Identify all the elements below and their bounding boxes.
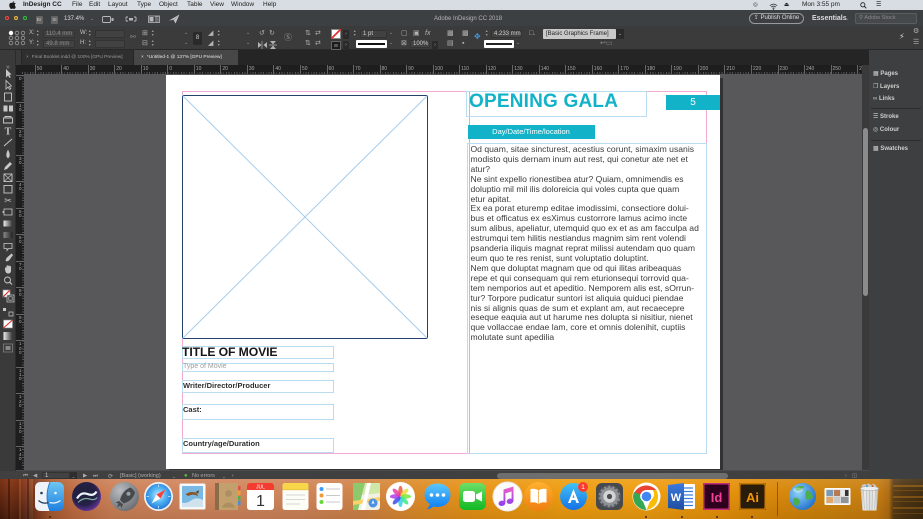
svg-text:W: W [671, 492, 682, 504]
svg-text:Id: Id [711, 490, 723, 505]
svg-text:1: 1 [581, 484, 585, 491]
svg-text:JUL: JUL [256, 485, 265, 491]
svg-text:T: T [5, 127, 12, 138]
svg-text:Ai: Ai [746, 490, 759, 505]
svg-text:1: 1 [256, 493, 265, 510]
svg-text:✂︎: ✂︎ [4, 196, 12, 206]
